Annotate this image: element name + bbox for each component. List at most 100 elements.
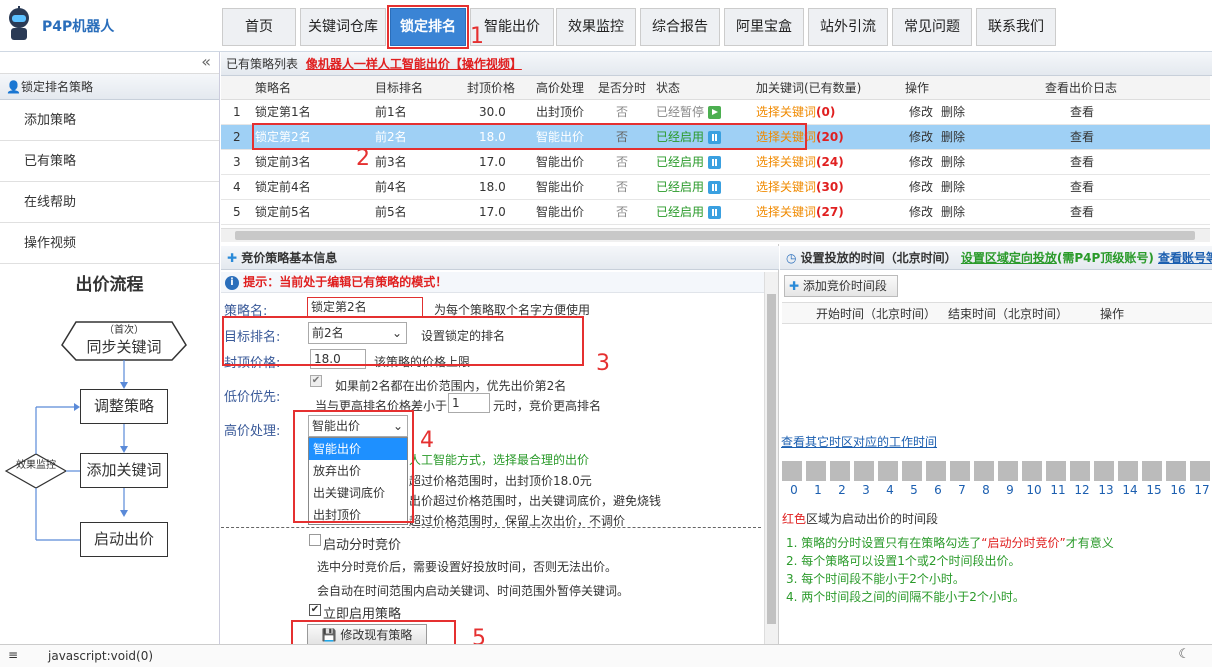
delete-link[interactable]: 删除 <box>941 100 965 125</box>
timezone-link[interactable]: 查看其它时区对应的工作时间 <box>781 433 937 450</box>
hour-bar[interactable] <box>782 461 1212 481</box>
nav-effect-monitor[interactable]: 效果监控 <box>556 8 636 46</box>
enable-now-checkbox[interactable]: ✔ <box>309 604 321 616</box>
col-status: 状态 <box>656 81 681 95</box>
nav-faq[interactable]: 常见问题 <box>892 8 972 46</box>
pause-icon[interactable] <box>708 156 722 169</box>
video-link[interactable]: 像机器人一样人工智能出价【操作视频】 <box>306 57 522 71</box>
col-price: 封顶价格 <box>467 81 516 95</box>
region-targeting-suffix: (需P4P顶级账号) <box>1056 251 1154 265</box>
col-name: 策略名 <box>255 81 292 95</box>
row-split: 否 <box>616 155 629 169</box>
hour-label: 12 <box>1074 483 1090 497</box>
note-3: 3. 每个时间段不能小于2个小时。 <box>786 572 965 586</box>
sidebar-item-add-strategy[interactable]: 添加策略 <box>0 100 219 141</box>
table-row[interactable]: 4 锁定前4名 前4名 18.0 智能出价 否 已经启用 选择关键词(30) 修… <box>221 175 1210 200</box>
nav-external-traffic[interactable]: 站外引流 <box>808 8 888 46</box>
row-keywords[interactable]: 选择关键词(24) <box>756 150 844 175</box>
delete-link[interactable]: 删除 <box>941 125 965 150</box>
sidebar-item-video[interactable]: 操作视频 <box>0 223 219 264</box>
row-keywords[interactable]: 选择关键词(0) <box>756 100 835 125</box>
hour-label: 10 <box>1026 483 1042 497</box>
table-row[interactable]: 1 锁定第1名 前1名 30.0 出封顶价 否 已经暂停 选择关键词(0) 修改… <box>221 100 1210 125</box>
delete-link[interactable]: 删除 <box>941 200 965 225</box>
nav-keyword-warehouse[interactable]: 关键词仓库 <box>300 8 386 46</box>
flow-title: 出价流程 <box>75 275 144 295</box>
nav-ali-box[interactable]: 阿里宝盒 <box>724 8 804 46</box>
form-header: ✚ 竞价策略基本信息 <box>221 246 779 270</box>
menu-icon[interactable]: ≡ <box>8 648 18 662</box>
nav-contact[interactable]: 联系我们 <box>976 8 1056 46</box>
edit-link[interactable]: 修改 <box>909 150 933 175</box>
delete-link[interactable]: 删除 <box>941 150 965 175</box>
play-icon[interactable] <box>708 106 722 119</box>
view-log-link[interactable]: 查看 <box>1070 150 1094 175</box>
row-status: 已经启用 <box>656 175 722 200</box>
list-header: 已有策略列表 像机器人一样人工智能出价【操作视频】 <box>221 52 1212 76</box>
choose-keywords-link[interactable]: 选择关键词 <box>756 205 816 219</box>
time-header: ◷ 设置投放的时间（北京时间） 设置区域定向投放(需P4P顶级账号) 查看账号等… <box>780 246 1212 270</box>
row-name: 锁定前5名 <box>255 205 311 219</box>
hour-label: 3 <box>862 483 870 497</box>
hour-label: 11 <box>1050 483 1066 497</box>
nav-home[interactable]: 首页 <box>222 8 296 46</box>
hour-legend: 红色区域为启动出价的时间段 <box>782 510 938 527</box>
flow-sync: 同步关键词 <box>86 338 162 356</box>
row-high: 智能出价 <box>536 180 585 194</box>
moon-icon[interactable]: ☾ <box>1178 647 1190 662</box>
row-index: 3 <box>233 155 241 169</box>
tip-text: 提示：当前处于编辑已有策略的模式！ <box>243 275 448 289</box>
row-index: 4 <box>233 180 241 194</box>
keyword-count: (20) <box>816 130 844 144</box>
edit-link[interactable]: 修改 <box>909 200 933 225</box>
view-log-link[interactable]: 查看 <box>1070 125 1094 150</box>
sidebar-item-help[interactable]: 在线帮助 <box>0 182 219 223</box>
hour-label: 0 <box>790 483 798 497</box>
strategy-name-input[interactable]: 锁定第2名 <box>307 297 423 317</box>
row-target: 前5名 <box>375 205 407 219</box>
choose-keywords-link[interactable]: 选择关键词 <box>756 180 816 194</box>
col-high: 高价处理 <box>536 81 585 95</box>
pause-icon[interactable] <box>708 181 722 194</box>
sidebar-item-existing-strategy[interactable]: 已有策略 <box>0 141 219 182</box>
region-targeting-link[interactable]: 设置区域定向投放 <box>961 251 1057 265</box>
low-price-text: 如果前2名都在出价范围内，优先出价第2名 <box>335 379 567 393</box>
view-log-link[interactable]: 查看 <box>1070 100 1094 125</box>
edit-link[interactable]: 修改 <box>909 125 933 150</box>
choose-keywords-link[interactable]: 选择关键词 <box>756 105 816 119</box>
form-title: 竞价策略基本信息 <box>241 251 338 265</box>
view-log-link[interactable]: 查看 <box>1070 200 1094 225</box>
table-row[interactable]: 5 锁定前5名 前5名 17.0 智能出价 否 已经启用 选择关键词(27) 修… <box>221 200 1210 225</box>
split-time-checkbox[interactable] <box>309 534 321 546</box>
price-gap-input[interactable]: 1 <box>448 393 490 413</box>
keyword-count: (24) <box>816 155 844 169</box>
keyword-count: (30) <box>816 180 844 194</box>
plus-icon: ✚ <box>789 279 800 293</box>
form-scrollbar[interactable] <box>764 272 778 644</box>
row-keywords[interactable]: 选择关键词(27) <box>756 200 844 225</box>
low-price-checkbox[interactable]: ✔ <box>310 375 322 387</box>
add-time-slot-button[interactable]: ✚ 添加竞价时间段 <box>784 275 898 297</box>
row-status: 已经启用 <box>656 150 722 175</box>
row-index: 1 <box>233 105 241 119</box>
row-keywords[interactable]: 选择关键词(30) <box>756 175 844 200</box>
view-log-link[interactable]: 查看 <box>1070 175 1094 200</box>
edit-link[interactable]: 修改 <box>909 100 933 125</box>
row-index: 2 <box>233 130 241 144</box>
pause-icon[interactable] <box>708 206 722 219</box>
status-text: 已经启用 <box>656 155 705 169</box>
choose-keywords-link[interactable]: 选择关键词 <box>756 155 816 169</box>
col-keywords: 加关键词(已有数量) <box>756 81 862 95</box>
table-header: 策略名 目标排名 封顶价格 高价处理 是否分时 状态 加关键词(已有数量) 操作… <box>221 76 1210 100</box>
clock-icon: ◷ <box>786 251 797 265</box>
info-icon: i <box>225 275 239 290</box>
sidebar-section-header: 👤锁定排名策略 <box>0 74 219 100</box>
high-desc-3: 出价超过价格范围时，出关键词底价，避免烧钱 <box>409 494 662 508</box>
edit-link[interactable]: 修改 <box>909 175 933 200</box>
account-level-link[interactable]: 查看账号等级 <box>1158 251 1212 265</box>
sidebar-collapse-button[interactable]: « <box>0 52 219 74</box>
nav-report[interactable]: 综合报告 <box>640 8 720 46</box>
delete-link[interactable]: 删除 <box>941 175 965 200</box>
table-horizontal-scrollbar[interactable] <box>221 228 1210 242</box>
annotation-2: 2 <box>356 146 370 171</box>
